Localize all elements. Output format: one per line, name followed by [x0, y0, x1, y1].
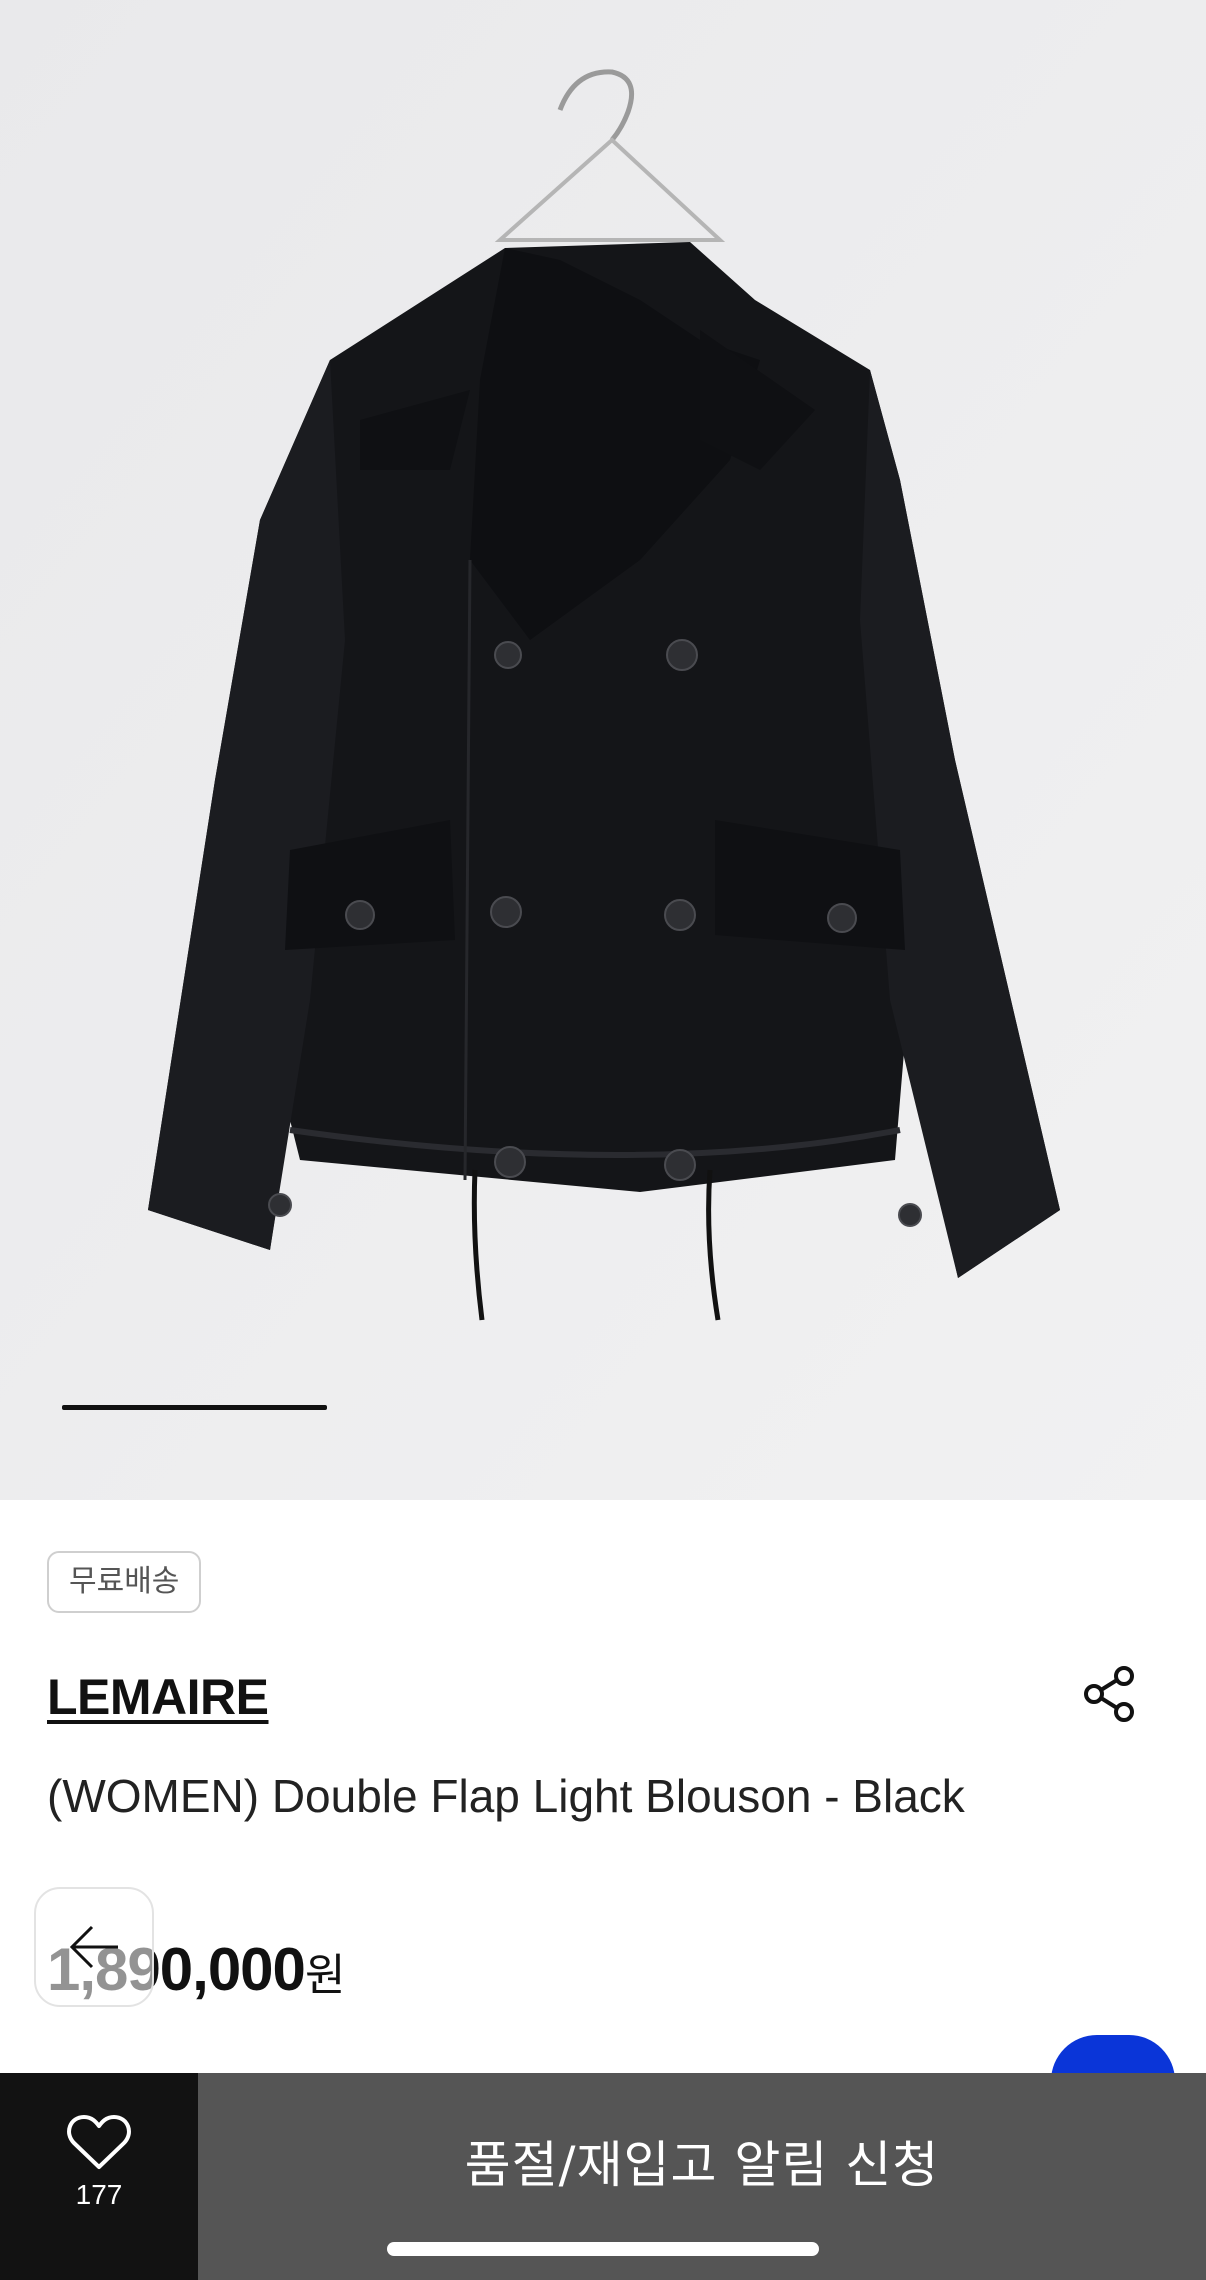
free-shipping-badge: 무료배송 — [47, 1551, 202, 1613]
product-image-carousel[interactable] — [0, 0, 1206, 1500]
like-count: 177 — [75, 2179, 123, 2210]
like-button[interactable]: 177 — [0, 2073, 198, 2280]
carousel-progress-track — [62, 1405, 1144, 1410]
back-button[interactable] — [34, 1887, 154, 2007]
arrow-left-icon — [69, 1925, 118, 1969]
share-icon — [1084, 1666, 1134, 1722]
brand-link[interactable]: LEMAIRE — [47, 1668, 269, 1726]
product-image — [0, 0, 1206, 1500]
product-title: (WOMEN) Double Flap Light Blouson - Blac… — [47, 1770, 965, 1822]
carousel-progress-indicator — [62, 1405, 328, 1410]
home-indicator — [387, 2242, 819, 2256]
price-unit: 원 — [304, 1950, 345, 2001]
heart-icon — [67, 2115, 131, 2169]
share-button[interactable] — [1078, 1662, 1142, 1726]
product-detail-page: 무료배송 LEMAIRE (WOMEN) Double Flap Light B… — [0, 0, 1206, 2280]
restock-alert-label: 품절/재입고 알림 신청 — [464, 2136, 940, 2194]
